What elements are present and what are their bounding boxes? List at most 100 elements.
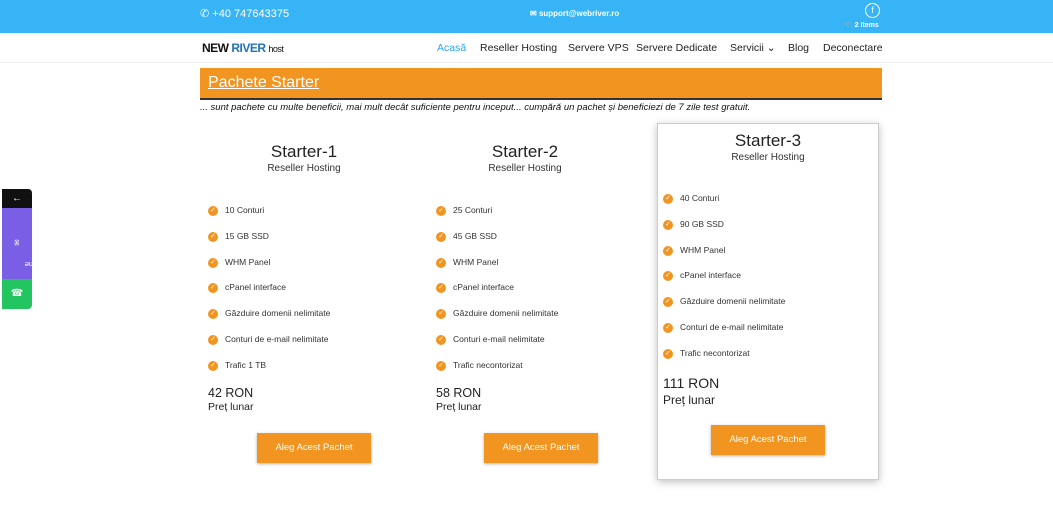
plan-period: Preț lunar <box>208 401 254 413</box>
whatsapp-icon[interactable]: ☎ <box>2 279 32 309</box>
check-icon: ✓ <box>436 257 446 268</box>
check-icon: ✓ <box>663 193 673 204</box>
cart-count: 2 Items <box>854 22 879 29</box>
check-icon: ✓ <box>663 219 673 230</box>
plan-feature: ✓ WHM Panel <box>208 257 270 268</box>
check-icon: ✓ <box>208 282 218 293</box>
main-nav: Acasă Reseller Hosting Servere VPS Serve… <box>0 42 1053 56</box>
feature-text: Trafic 1 TB <box>225 360 267 370</box>
check-icon: ✓ <box>208 257 218 268</box>
plan-feature: ✓ 40 Conturi <box>663 193 719 204</box>
plan-price: 111 RON <box>663 375 720 391</box>
nav-item-deconectare[interactable]: Deconectare <box>823 42 883 54</box>
email-address: support@webriver.ro <box>538 9 620 18</box>
nav-item-servere-dedicate[interactable]: Servere Dedicate <box>636 42 717 54</box>
choose-plan-button[interactable]: Aleg Acest Pachet <box>711 425 825 455</box>
feature-text: 10 Conturi <box>225 205 265 215</box>
check-icon: ✓ <box>436 360 446 371</box>
check-icon: ✓ <box>663 245 673 256</box>
intro-text: ... sunt pachete cu multe beneficii, mai… <box>200 102 751 113</box>
section-banner: Pachete Starter <box>200 68 882 100</box>
plan-price: 58 RON <box>436 386 482 400</box>
check-icon: ✓ <box>436 334 446 345</box>
plan-subtitle: Reseller Hosting <box>267 163 341 174</box>
nav-item-servicii-label: Servicii <box>730 42 764 54</box>
plan-feature: ✓ 25 Conturi <box>436 205 492 216</box>
feature-text: cPanel interface <box>453 282 514 292</box>
contact-button[interactable]: ✉ Contactați-ne <box>2 206 70 280</box>
check-icon: ✓ <box>208 360 218 371</box>
email-link[interactable]: ✉ support@webriver.ro <box>530 9 619 18</box>
check-icon: ✓ <box>663 296 673 307</box>
feature-text: WHM Panel <box>225 257 271 267</box>
feature-text: Conturi de e-mail nelimitate <box>680 322 784 332</box>
feature-text: Trafic necontorizat <box>453 360 523 370</box>
check-icon: ✓ <box>436 205 446 216</box>
feature-text: Conturi de e-mail nelimitate <box>225 334 329 344</box>
feature-text: 15 GB SSD <box>225 231 269 241</box>
plan-card-starter-1: Starter-1 Reseller Hosting <box>200 120 408 480</box>
plan-feature: ✓ Trafic necontorizat <box>663 348 750 359</box>
top-bar: ✆ +40 747643375 ✉ support@webriver.ro f … <box>0 0 1053 33</box>
plan-card-starter-2: Starter-2 Reseller Hosting <box>420 120 630 480</box>
contact-label: ✉ Contactați-ne <box>13 206 70 280</box>
check-icon: ✓ <box>663 270 673 281</box>
feature-text: 25 Conturi <box>453 205 493 215</box>
plan-feature: ✓ WHM Panel <box>663 245 725 256</box>
plan-feature: ✓ Găzduire domenii nelimitate <box>436 308 558 319</box>
check-icon: ✓ <box>208 205 218 216</box>
cart-link[interactable]: 🛒 2 Items <box>844 21 879 29</box>
banner-title[interactable]: Pachete Starter <box>208 74 319 92</box>
feature-text: 40 Conturi <box>680 193 720 203</box>
feature-text: Trafic necontorizat <box>680 348 750 358</box>
check-icon: ✓ <box>663 322 673 333</box>
plan-title: Starter-1 <box>270 142 338 161</box>
nav-item-blog[interactable]: Blog <box>788 42 809 54</box>
feature-text: cPanel interface <box>225 282 286 292</box>
check-icon: ✓ <box>663 348 673 359</box>
phone-link[interactable]: ✆ +40 747643375 <box>200 7 289 20</box>
plan-subtitle: Reseller Hosting <box>731 152 805 163</box>
feature-text: Conturi e-mail nelimitate <box>453 334 545 344</box>
plan-feature: ✓ cPanel interface <box>208 282 286 293</box>
check-icon: ✓ <box>208 334 218 345</box>
plan-feature: ✓ Conturi e-mail nelimitate <box>436 334 545 345</box>
plan-period: Preț lunar <box>436 401 482 413</box>
feature-text: WHM Panel <box>680 245 726 255</box>
choose-plan-button[interactable]: Aleg Acest Pachet <box>257 433 371 463</box>
nav-item-acasa[interactable]: Acasă <box>437 42 466 54</box>
plan-feature: ✓ Trafic necontorizat <box>436 360 523 371</box>
plan-feature: ✓ 10 Conturi <box>208 205 264 216</box>
contact-text: Contactați-ne <box>24 260 70 269</box>
plan-feature: ✓ Conturi de e-mail nelimitate <box>663 322 783 333</box>
nav-item-servere-vps[interactable]: Servere VPS <box>568 42 629 54</box>
facebook-icon[interactable]: f <box>865 3 880 18</box>
feature-text: 45 GB SSD <box>453 231 497 241</box>
check-icon: ✓ <box>436 282 446 293</box>
choose-plan-button[interactable]: Aleg Acest Pachet <box>484 433 598 463</box>
plan-feature: ✓ Găzduire domenii nelimitate <box>663 296 785 307</box>
feature-text: 90 GB SSD <box>680 219 724 229</box>
plan-feature: ✓ 45 GB SSD <box>436 231 497 242</box>
check-icon: ✓ <box>436 231 446 242</box>
plan-feature: ✓ Conturi de e-mail nelimitate <box>208 334 328 345</box>
plan-feature: ✓ Găzduire domenii nelimitate <box>208 308 330 319</box>
feature-text: Găzduire domenii nelimitate <box>453 308 559 318</box>
feature-text: cPanel interface <box>680 270 741 280</box>
nav-item-reseller-hosting[interactable]: Reseller Hosting <box>480 42 557 54</box>
plan-feature: ✓ 15 GB SSD <box>208 231 269 242</box>
plan-price: 42 RON <box>208 386 254 400</box>
check-icon: ✓ <box>208 231 218 242</box>
check-icon: ✓ <box>436 308 446 319</box>
feature-text: WHM Panel <box>453 257 499 267</box>
plan-feature: ✓ cPanel interface <box>436 282 514 293</box>
plan-feature: ✓ WHM Panel <box>436 257 498 268</box>
plan-subtitle: Reseller Hosting <box>488 163 562 174</box>
plan-feature: ✓ Trafic 1 TB <box>208 360 266 371</box>
plan-title: Starter-2 <box>491 142 559 161</box>
phone-number: +40 747643375 <box>212 8 290 20</box>
plan-period: Preț lunar <box>663 393 716 407</box>
plan-feature: ✓ 90 GB SSD <box>663 219 724 230</box>
site-header: NEW RIVER host Acasă Reseller Hosting Se… <box>0 33 1053 63</box>
nav-item-servicii[interactable]: Servicii ⌄ <box>730 42 776 54</box>
